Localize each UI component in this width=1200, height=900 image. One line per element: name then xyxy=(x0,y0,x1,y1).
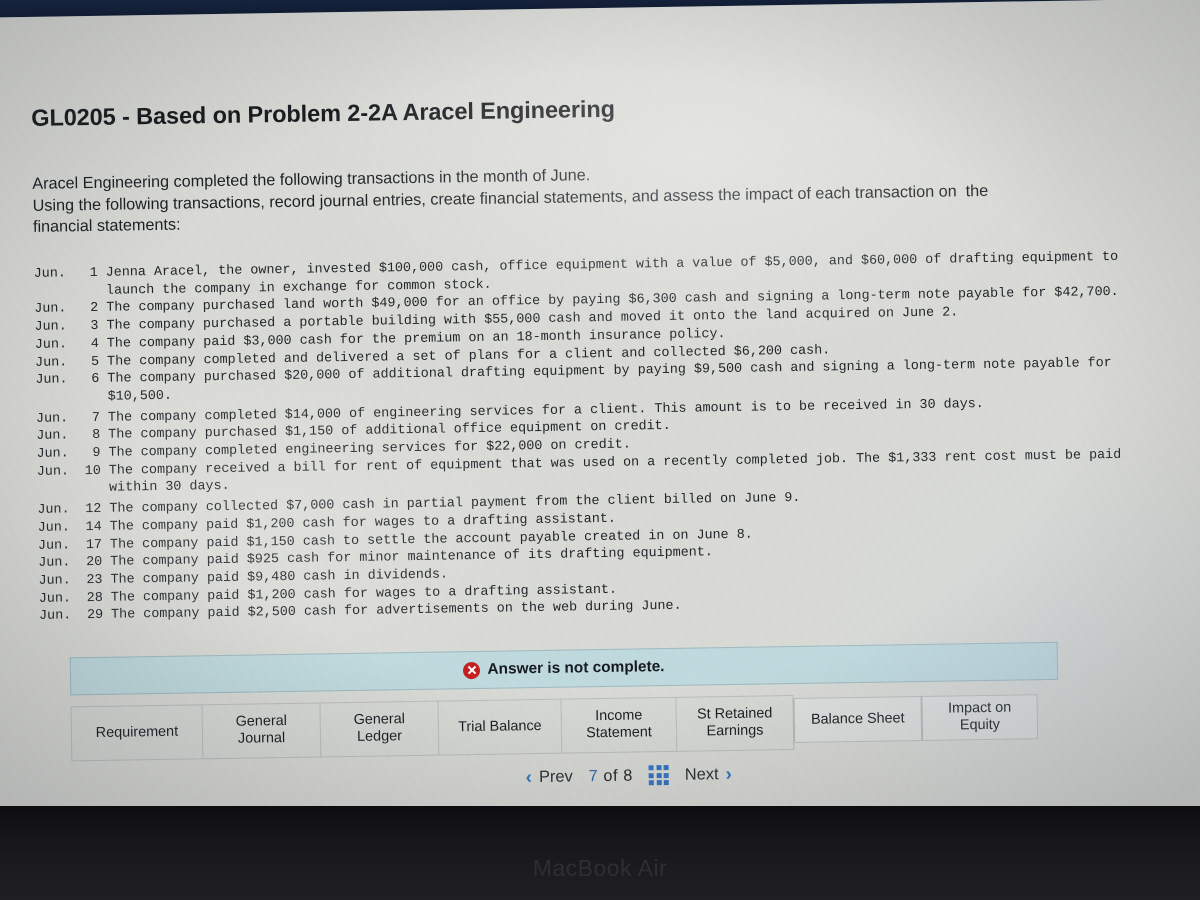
transaction-day: 3 xyxy=(90,319,99,335)
transaction-day: 4 xyxy=(90,336,99,352)
transaction-day: 8 xyxy=(92,428,101,444)
laptop-bezel-bottom xyxy=(0,806,1200,900)
transaction-month: Jun. xyxy=(36,464,70,480)
transaction-month: Jun. xyxy=(33,266,67,282)
transaction-day: 20 xyxy=(86,555,103,571)
transaction-day: 17 xyxy=(85,537,103,553)
tab-st-retained-earnings[interactable]: St Retained Earnings xyxy=(675,695,795,752)
transaction-day: 28 xyxy=(86,590,103,606)
next-button[interactable]: Next › xyxy=(684,763,733,785)
error-circle-x-icon xyxy=(463,661,481,679)
transaction-day: 29 xyxy=(86,608,104,624)
page-title: GL0205 - Based on Problem 2-2A Aracel En… xyxy=(31,95,616,131)
transaction-month: Jun. xyxy=(38,608,72,625)
tab-label: Income Statement xyxy=(586,707,652,742)
transaction-day: 23 xyxy=(86,572,103,589)
transaction-month: Jun. xyxy=(37,537,71,554)
transaction-day: 14 xyxy=(85,519,102,535)
tab-label: Trial Balance xyxy=(458,717,542,735)
transaction-month: Jun. xyxy=(35,411,69,427)
transaction-day: 6 xyxy=(91,372,100,388)
tab-trial-balance[interactable]: Trial Balance xyxy=(437,698,563,756)
tab-label: Impact on Equity xyxy=(947,700,1012,734)
chevron-left-icon: ‹ xyxy=(525,766,533,788)
prev-button-label: Prev xyxy=(538,767,573,786)
prev-button[interactable]: ‹ Prev xyxy=(525,766,573,788)
transaction-day: 10 xyxy=(84,463,101,479)
tab-impact-on-equity[interactable]: Impact on Equity xyxy=(920,694,1039,742)
transaction-day: 12 xyxy=(85,502,102,518)
transaction-month: Jun. xyxy=(35,354,68,371)
intro-paragraph: Aracel Engineering completed the followi… xyxy=(32,156,1163,238)
transaction-month: Jun. xyxy=(34,319,67,336)
transaction-day: 9 xyxy=(92,445,101,462)
pagination-controls: ‹ Prev 7 of 8 Next › xyxy=(525,763,733,788)
tab-balance-sheet[interactable]: Balance Sheet xyxy=(792,696,923,744)
tab-requirement[interactable]: Requirement xyxy=(70,704,204,762)
transaction-day: 5 xyxy=(90,354,100,370)
tab-label: Requirement xyxy=(95,723,179,741)
tab-general-journal[interactable]: General Journal xyxy=(201,702,322,760)
total-page-number: 8 xyxy=(623,766,633,785)
page-counter-of: of xyxy=(603,766,619,785)
transaction-month: Jun. xyxy=(38,591,72,607)
tab-income-statement[interactable]: Income Statement xyxy=(560,696,678,754)
transaction-month: Jun. xyxy=(38,573,71,589)
transaction-month: Jun. xyxy=(37,502,70,519)
transaction-day: 1 xyxy=(89,265,98,282)
transaction-month: Jun. xyxy=(34,301,67,318)
next-button-label: Next xyxy=(684,764,719,784)
transaction-month: Jun. xyxy=(38,555,71,572)
tab-label: General Journal xyxy=(235,713,288,747)
transaction-month: Jun. xyxy=(37,520,70,536)
transaction-month: Jun. xyxy=(34,337,68,353)
laptop-screen: GL0205 - Based on Problem 2-2A Aracel En… xyxy=(0,0,1200,830)
transaction-month: Jun. xyxy=(36,446,69,462)
assignment-page: GL0205 - Based on Problem 2-2A Aracel En… xyxy=(0,0,1200,829)
tab-label: General Ledger xyxy=(353,711,405,745)
status-banner: Answer is not complete. xyxy=(69,641,1059,696)
tab-label: Balance Sheet xyxy=(810,709,905,728)
screenshot-stage: GL0205 - Based on Problem 2-2A Aracel En… xyxy=(0,0,1200,900)
transaction-day: 7 xyxy=(91,410,101,426)
tab-label: St Retained Earnings xyxy=(697,705,773,740)
transaction-month: Jun. xyxy=(35,372,68,389)
current-page-number: 7 xyxy=(588,766,599,785)
tab-strip: Requirement General Journal General Ledger… xyxy=(70,691,1039,762)
grid-view-icon[interactable] xyxy=(648,764,670,786)
chevron-right-icon: › xyxy=(725,763,733,785)
status-banner-message: Answer is not complete. xyxy=(487,658,665,678)
transaction-month: Jun. xyxy=(36,428,69,445)
transaction-list: Jun. 1 Jenna Aracel, the owner, invested $… xyxy=(34,248,1175,626)
device-brand-label: MacBook Air xyxy=(532,855,668,881)
tab-general-ledger[interactable]: General Ledger xyxy=(319,700,440,758)
page-counter: 7 of 8 xyxy=(589,766,633,786)
transaction-day: 2 xyxy=(90,301,99,317)
